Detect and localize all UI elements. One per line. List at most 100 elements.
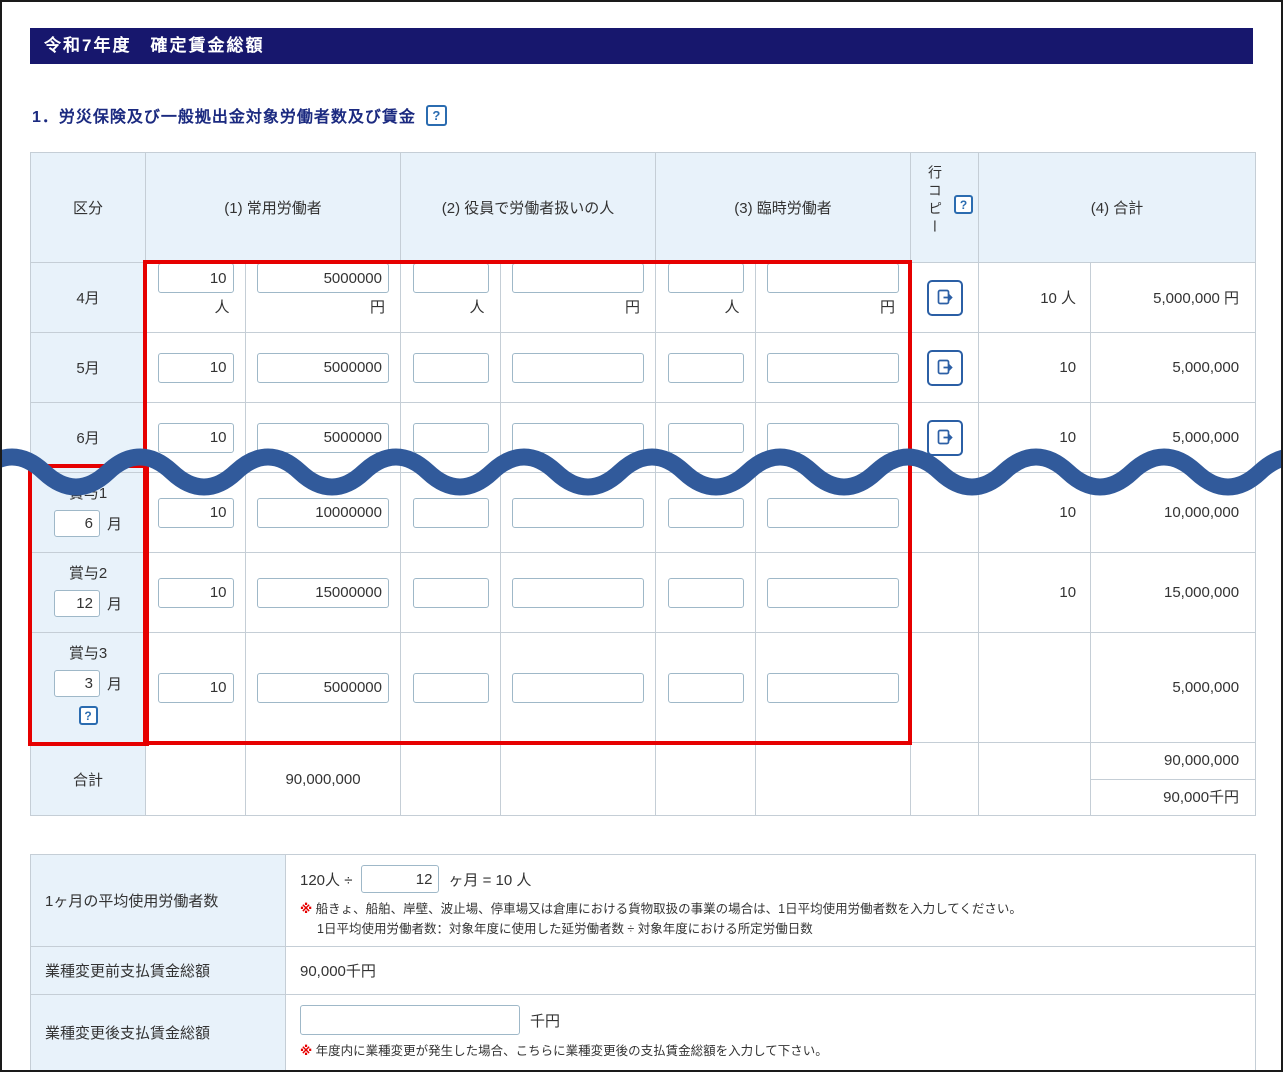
unit-month-label: 月 bbox=[107, 593, 122, 614]
avg-workers-label: 1ヶ月の平均使用労働者数 bbox=[31, 855, 286, 947]
row-copy-button[interactable] bbox=[927, 280, 963, 316]
regular-count-input[interactable] bbox=[158, 578, 234, 608]
bonus3-label: 賞与3 bbox=[31, 642, 145, 663]
regular-count-input[interactable] bbox=[158, 498, 234, 528]
temporary-amount-input[interactable] bbox=[767, 353, 899, 383]
total-count-cell bbox=[979, 633, 1091, 743]
after-change-label: 業種変更後支払賃金総額 bbox=[31, 995, 286, 1071]
unit-yen-label: 円 bbox=[257, 296, 389, 317]
row-label-may: 5月 bbox=[31, 333, 146, 403]
after-note-text: 年度内に業種変更が発生した場合、こちらに業種変更後の支払賃金総額を入力して下さい… bbox=[316, 1044, 828, 1058]
bonus1-month-input[interactable] bbox=[54, 510, 100, 537]
regular-amount-input[interactable] bbox=[257, 263, 389, 293]
regular-count-input[interactable] bbox=[158, 423, 234, 453]
regular-amount-input[interactable] bbox=[257, 673, 389, 703]
total-count-cell: 10 bbox=[979, 333, 1091, 403]
temporary-count-input[interactable] bbox=[668, 353, 744, 383]
temporary-count-input[interactable] bbox=[668, 673, 744, 703]
officer-count-input[interactable] bbox=[413, 353, 489, 383]
after-change-unit: 千円 bbox=[530, 1010, 560, 1031]
temporary-amount-input[interactable] bbox=[767, 673, 899, 703]
officer-amount-input[interactable] bbox=[512, 353, 644, 383]
temporary-amount-input[interactable] bbox=[767, 498, 899, 528]
col-header-row-copy: 行コピー ? bbox=[911, 153, 979, 263]
officer-count-input[interactable] bbox=[413, 578, 489, 608]
row-copy-button[interactable] bbox=[927, 350, 963, 386]
regular-amount-input[interactable] bbox=[257, 423, 389, 453]
temporary-count-input[interactable] bbox=[668, 263, 744, 293]
row-copy-label: 行コピー bbox=[925, 165, 945, 237]
regular-count-input[interactable] bbox=[158, 263, 234, 293]
empty-copy-cell bbox=[911, 553, 979, 633]
before-change-label: 業種変更前支払賃金総額 bbox=[31, 947, 286, 995]
avg-note1-text: 船きょ、船舶、岸壁、波止場、停車場又は倉庫における貨物取扱の事業の場合は、1日平… bbox=[316, 902, 1022, 916]
officer-amount-input[interactable] bbox=[512, 578, 644, 608]
temporary-count-input[interactable] bbox=[668, 498, 744, 528]
row-label-june: 6月 bbox=[31, 403, 146, 473]
unit-person-label: 人 bbox=[413, 296, 489, 317]
officer-amount-input[interactable] bbox=[512, 423, 644, 453]
total-amount-cell: 5,000,000 円 bbox=[1091, 263, 1256, 333]
officer-count-input[interactable] bbox=[413, 423, 489, 453]
empty-cell bbox=[656, 743, 756, 816]
grand-total-thousand-yen: 90,000千円 bbox=[1091, 779, 1255, 815]
regular-count-input[interactable] bbox=[158, 353, 234, 383]
officer-amount-input[interactable] bbox=[512, 498, 644, 528]
temporary-count-input[interactable] bbox=[668, 578, 744, 608]
officer-count-input[interactable] bbox=[413, 673, 489, 703]
avg-months-input[interactable] bbox=[361, 865, 439, 893]
regular-amount-input[interactable] bbox=[257, 353, 389, 383]
before-change-row: 業種変更前支払賃金総額 90,000千円 bbox=[31, 947, 1256, 995]
temporary-amount-input[interactable] bbox=[767, 578, 899, 608]
officer-amount-input[interactable] bbox=[512, 673, 644, 703]
regular-count-input[interactable] bbox=[158, 673, 234, 703]
after-change-input[interactable] bbox=[300, 1005, 520, 1035]
regular-amount-input[interactable] bbox=[257, 578, 389, 608]
row-copy-help-icon[interactable]: ? bbox=[954, 195, 973, 214]
officer-count-input[interactable] bbox=[413, 498, 489, 528]
regular-amount-input[interactable] bbox=[257, 498, 389, 528]
avg-note-2: 1日平均使用労働者数：対象年度に使用した延労働者数 ÷ 対象年度における所定労働… bbox=[300, 920, 1255, 938]
table-header-row: 区分 (1) 常用労働者 (2) 役員で労働者扱いの人 (3) 臨時労働者 行コ… bbox=[31, 153, 1256, 263]
bonus1-label: 賞与1 bbox=[31, 482, 145, 503]
bonus3-help-icon[interactable]: ? bbox=[79, 706, 98, 725]
empty-cell bbox=[756, 743, 911, 816]
grand-total-yen: 90,000,000 bbox=[1091, 743, 1255, 779]
bonus3-month-input[interactable] bbox=[54, 670, 100, 697]
temporary-amount-input[interactable] bbox=[767, 263, 899, 293]
empty-copy-cell bbox=[911, 473, 979, 553]
col-header-total: (4) 合計 bbox=[979, 153, 1256, 263]
after-change-row: 業種変更後支払賃金総額 千円 ※ 年度内に業種変更が発生した場合、こちらに業種変… bbox=[31, 995, 1256, 1071]
row-label-april: 4月 bbox=[31, 263, 146, 333]
section-title: 1．労災保険及び一般拠出金対象労働者数及び賃金 bbox=[32, 103, 416, 127]
temporary-count-input[interactable] bbox=[668, 423, 744, 453]
officer-count-input[interactable] bbox=[413, 263, 489, 293]
row-copy-button[interactable] bbox=[927, 420, 963, 456]
unit-person-label: 人 bbox=[158, 296, 234, 317]
row-june: 6月 10 5,000,000 bbox=[31, 403, 1256, 473]
officer-amount-input[interactable] bbox=[512, 263, 644, 293]
after-change-note: ※ 年度内に業種変更が発生した場合、こちらに業種変更後の支払賃金総額を入力して下… bbox=[300, 1042, 1255, 1060]
empty-copy-cell bbox=[911, 633, 979, 743]
section-help-icon[interactable]: ? bbox=[426, 105, 447, 126]
total-count-cell: 10 bbox=[979, 553, 1091, 633]
page-title: 令和7年度 確定賃金総額 bbox=[30, 28, 1253, 64]
bonus2-label: 賞与2 bbox=[31, 562, 145, 583]
page: 令和7年度 確定賃金総額 1．労災保険及び一般拠出金対象労働者数及び賃金 ? 区… bbox=[0, 0, 1283, 1072]
copy-icon bbox=[935, 358, 955, 378]
col-header-category: 区分 bbox=[31, 153, 146, 263]
total-amount-cell: 5,000,000 bbox=[1091, 333, 1256, 403]
bonus2-month-input[interactable] bbox=[54, 590, 100, 617]
temporary-amount-input[interactable] bbox=[767, 423, 899, 453]
empty-cell bbox=[146, 743, 246, 816]
formula-left: 120人 ÷ bbox=[300, 869, 352, 890]
col-header-regular-workers: (1) 常用労働者 bbox=[146, 153, 401, 263]
avg-workers-content: 120人 ÷ ヶ月 = 10 人 ※ 船きょ、船舶、岸壁、波止場、停車場又は倉庫… bbox=[286, 855, 1256, 947]
formula-right: ヶ月 = 10 人 bbox=[448, 869, 531, 890]
row-april: 4月 人 円 人 円 人 円 10 人 5,000,000 円 bbox=[31, 263, 1256, 333]
empty-cell bbox=[979, 743, 1091, 816]
avg-workers-row: 1ヶ月の平均使用労働者数 120人 ÷ ヶ月 = 10 人 ※ 船きょ、船舶、岸… bbox=[31, 855, 1256, 947]
row-bonus1: 賞与1 月 10 10,000,000 bbox=[31, 473, 1256, 553]
note-mark: ※ bbox=[300, 902, 312, 916]
copy-icon bbox=[935, 428, 955, 448]
